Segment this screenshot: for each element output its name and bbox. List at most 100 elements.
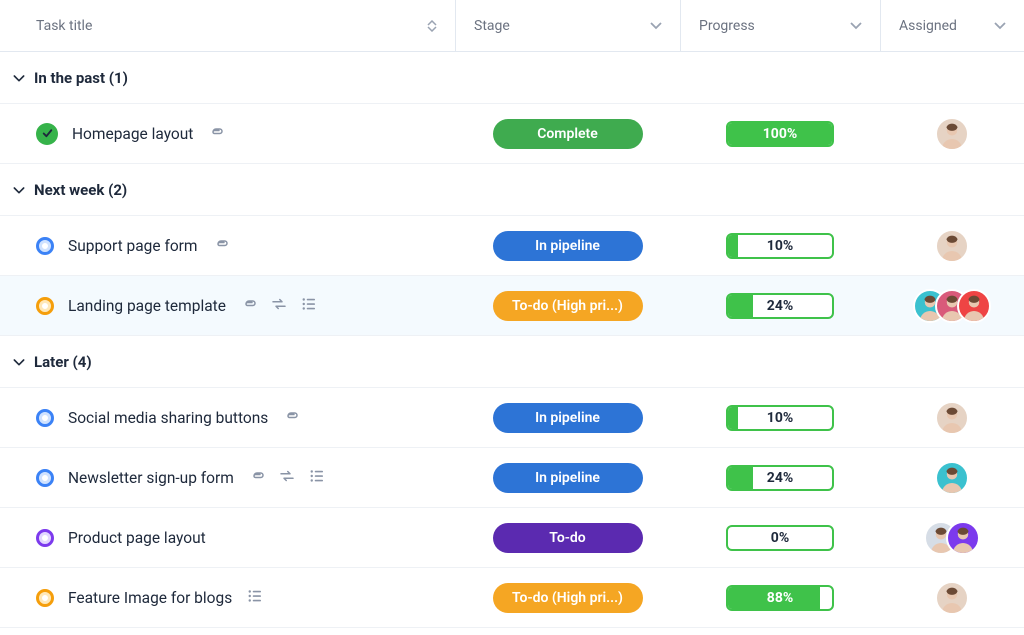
cell-title: Feature Image for blogs bbox=[0, 587, 455, 609]
avatar[interactable] bbox=[957, 289, 991, 323]
progress-label: 24% bbox=[728, 467, 832, 489]
avatar-stack[interactable] bbox=[924, 521, 980, 555]
stage-pill[interactable]: In pipeline bbox=[493, 463, 643, 493]
stage-pill[interactable]: In pipeline bbox=[493, 231, 643, 261]
task-title[interactable]: Support page form bbox=[68, 237, 198, 255]
task-title[interactable]: Homepage layout bbox=[72, 125, 193, 143]
avatar[interactable] bbox=[935, 229, 969, 263]
cell-assigned bbox=[880, 461, 1024, 495]
task-row[interactable]: Feature Image for blogs To-do (High pri.… bbox=[0, 568, 1024, 628]
status-circle[interactable] bbox=[36, 529, 54, 547]
task-title[interactable]: Feature Image for blogs bbox=[68, 589, 232, 607]
group-header[interactable]: Later (4) bbox=[0, 336, 1024, 388]
status-complete-icon[interactable] bbox=[36, 123, 58, 145]
list-icon bbox=[300, 295, 318, 317]
column-header-progress[interactable]: Progress bbox=[680, 0, 880, 51]
stage-pill[interactable]: To-do (High pri...) bbox=[493, 583, 643, 613]
group-label: Next week (2) bbox=[34, 181, 127, 199]
progress-label: 10% bbox=[728, 235, 832, 257]
cell-progress: 10% bbox=[680, 405, 880, 431]
cell-title: Social media sharing buttons bbox=[0, 407, 455, 429]
repeat-icon bbox=[270, 295, 288, 317]
task-table: Task title Stage Progress Assigned bbox=[0, 0, 1024, 628]
avatar[interactable] bbox=[935, 581, 969, 615]
cell-progress: 100% bbox=[680, 121, 880, 147]
stage-pill[interactable]: To-do bbox=[493, 523, 643, 553]
progress-label: 10% bbox=[728, 407, 832, 429]
progress-bar[interactable]: 24% bbox=[726, 293, 834, 319]
avatar-stack[interactable] bbox=[935, 117, 969, 151]
chevron-down-icon[interactable] bbox=[650, 18, 662, 34]
stage-pill[interactable]: In pipeline bbox=[493, 403, 643, 433]
table-header: Task title Stage Progress Assigned bbox=[0, 0, 1024, 52]
row-icons bbox=[246, 587, 264, 609]
status-circle[interactable] bbox=[36, 469, 54, 487]
stage-label: Complete bbox=[537, 126, 598, 142]
stage-label: In pipeline bbox=[535, 238, 600, 254]
avatar-stack[interactable] bbox=[935, 461, 969, 495]
progress-bar[interactable]: 24% bbox=[726, 465, 834, 491]
stage-label: In pipeline bbox=[535, 410, 600, 426]
stage-pill[interactable]: To-do (High pri...) bbox=[493, 291, 643, 321]
chevron-down-icon[interactable] bbox=[8, 354, 30, 370]
task-row[interactable]: Landing page template To-do (High pri...… bbox=[0, 276, 1024, 336]
progress-label: 88% bbox=[728, 587, 832, 609]
progress-bar[interactable]: 10% bbox=[726, 405, 834, 431]
cell-title: Homepage layout bbox=[0, 123, 455, 145]
cell-stage: In pipeline bbox=[455, 403, 680, 433]
stage-label: To-do (High pri...) bbox=[512, 298, 623, 314]
column-header-stage[interactable]: Stage bbox=[455, 0, 680, 51]
task-row[interactable]: Homepage layout Complete 100% bbox=[0, 104, 1024, 164]
stage-pill[interactable]: Complete bbox=[493, 119, 643, 149]
avatar-stack[interactable] bbox=[913, 289, 991, 323]
group-header[interactable]: In the past (1) bbox=[0, 52, 1024, 104]
cell-title: Newsletter sign-up form bbox=[0, 467, 455, 489]
avatar[interactable] bbox=[946, 521, 980, 555]
progress-bar[interactable]: 88% bbox=[726, 585, 834, 611]
avatar[interactable] bbox=[935, 117, 969, 151]
cell-assigned bbox=[880, 289, 1024, 323]
avatar-stack[interactable] bbox=[935, 401, 969, 435]
group-header[interactable]: Next week (2) bbox=[0, 164, 1024, 216]
progress-bar[interactable]: 0% bbox=[726, 525, 834, 551]
avatar[interactable] bbox=[935, 401, 969, 435]
column-header-assigned[interactable]: Assigned bbox=[880, 0, 1024, 51]
task-row[interactable]: Support page form In pipeline 10% bbox=[0, 216, 1024, 276]
list-icon bbox=[308, 467, 326, 489]
chevron-down-icon[interactable] bbox=[994, 18, 1006, 34]
column-label: Assigned bbox=[899, 18, 957, 34]
status-circle[interactable] bbox=[36, 409, 54, 427]
cell-progress: 24% bbox=[680, 293, 880, 319]
task-row[interactable]: Product page layout To-do 0% bbox=[0, 508, 1024, 568]
chevron-down-icon[interactable] bbox=[8, 182, 30, 198]
task-title[interactable]: Social media sharing buttons bbox=[68, 409, 268, 427]
attach-icon bbox=[248, 467, 266, 489]
task-title[interactable]: Newsletter sign-up form bbox=[68, 469, 234, 487]
attach-icon bbox=[282, 407, 300, 429]
avatar-stack[interactable] bbox=[935, 581, 969, 615]
task-row[interactable]: Newsletter sign-up form In pipeline 24% bbox=[0, 448, 1024, 508]
sort-icon[interactable] bbox=[427, 20, 437, 32]
task-row[interactable]: Social media sharing buttons In pipeline… bbox=[0, 388, 1024, 448]
cell-assigned bbox=[880, 521, 1024, 555]
avatar-stack[interactable] bbox=[935, 229, 969, 263]
chevron-down-icon[interactable] bbox=[8, 70, 30, 86]
cell-assigned bbox=[880, 117, 1024, 151]
progress-bar[interactable]: 10% bbox=[726, 233, 834, 259]
row-icons bbox=[240, 295, 318, 317]
chevron-down-icon[interactable] bbox=[850, 18, 862, 34]
status-circle[interactable] bbox=[36, 589, 54, 607]
task-title[interactable]: Product page layout bbox=[68, 529, 206, 547]
task-title[interactable]: Landing page template bbox=[68, 297, 226, 315]
avatar[interactable] bbox=[935, 461, 969, 495]
status-circle[interactable] bbox=[36, 237, 54, 255]
cell-assigned bbox=[880, 581, 1024, 615]
column-label: Progress bbox=[699, 18, 755, 34]
progress-label: 100% bbox=[728, 123, 832, 145]
column-header-title[interactable]: Task title bbox=[0, 0, 455, 51]
progress-bar[interactable]: 100% bbox=[726, 121, 834, 147]
status-circle[interactable] bbox=[36, 297, 54, 315]
cell-title: Support page form bbox=[0, 235, 455, 257]
row-icons bbox=[207, 123, 225, 145]
cell-title: Landing page template bbox=[0, 295, 455, 317]
